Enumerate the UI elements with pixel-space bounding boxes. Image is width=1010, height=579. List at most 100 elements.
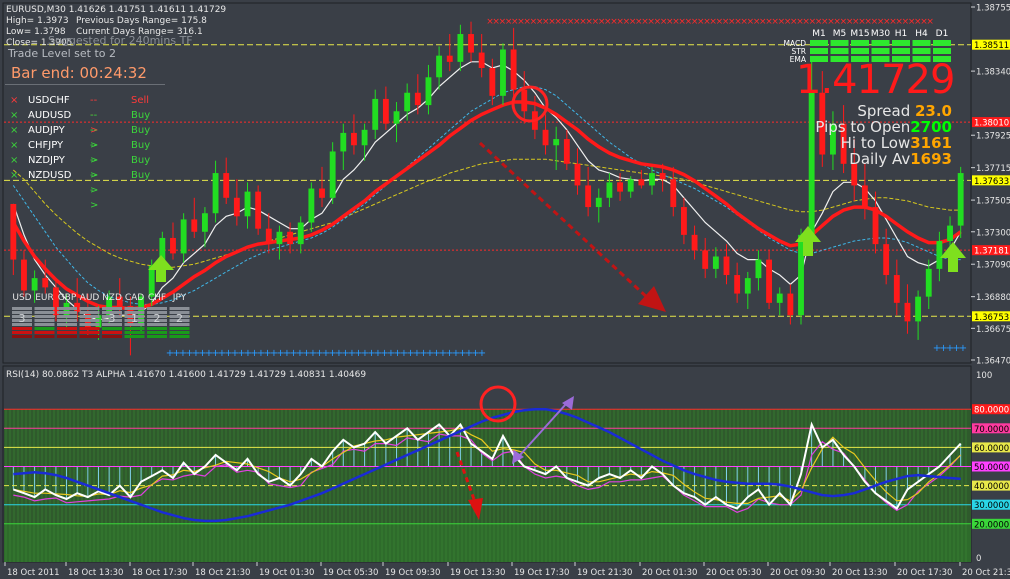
- candle-body: [574, 163, 581, 186]
- strength-bar: [102, 327, 122, 330]
- strength-cell: [79, 323, 100, 326]
- rsi-tick-label: 0: [976, 554, 981, 564]
- strength-cell: [12, 307, 32, 310]
- strength-bar: [147, 327, 167, 330]
- time-tick-label: 19 Oct 01:30: [259, 568, 314, 578]
- candle-body: [255, 191, 262, 229]
- chart-window: { "header": { "line1": "EURUSD,M30 1.416…: [0, 0, 1010, 579]
- strength-cell: [169, 307, 190, 310]
- candle-body: [414, 92, 421, 106]
- candle-body: [21, 259, 27, 291]
- candle-body: [446, 55, 453, 62]
- candle-body: [265, 228, 272, 245]
- sell-marker: ×: [926, 17, 934, 27]
- rsi-tick-label: 20.0000: [974, 520, 1009, 530]
- stat-row: Pips to Open2700: [815, 119, 952, 135]
- time-tick-label: 19 Oct 13:30: [450, 568, 505, 578]
- arrow-label: --->: [90, 170, 99, 211]
- candle-body: [31, 278, 38, 291]
- candle-body: [382, 98, 389, 124]
- rsi-tick-label: 50.0000: [974, 463, 1009, 473]
- price-tick-label: 1.37925: [976, 132, 1010, 142]
- candle-body: [617, 182, 623, 192]
- candle-body: [510, 49, 517, 90]
- strength-cell: [102, 307, 122, 310]
- candle-body: [276, 231, 283, 245]
- candle-body: [457, 34, 464, 62]
- strength-bar: [12, 335, 32, 338]
- candle-body: [468, 34, 474, 53]
- candle-body: [776, 293, 783, 303]
- strength-bar: [124, 327, 145, 330]
- candle-body: [542, 129, 549, 146]
- candle-body: [638, 179, 645, 186]
- trend-cell: [892, 40, 910, 46]
- strength-bar: [124, 331, 145, 334]
- candle-body: [297, 222, 304, 245]
- high-info: High= 1.3973: [6, 16, 69, 26]
- candle-body: [563, 139, 570, 164]
- trend-cell: [912, 40, 931, 46]
- candle-body: [244, 191, 251, 217]
- time-tick-label: 20 Oct 13:30: [832, 568, 887, 578]
- strength-cell: [57, 311, 77, 314]
- timeframe-label: M1: [812, 29, 826, 39]
- strength-cell: [147, 307, 167, 310]
- time-tick-label: 19 Oct 21:30: [577, 568, 632, 578]
- candle-body: [957, 173, 964, 226]
- timeframe-label: M30: [871, 29, 890, 39]
- candle-body: [478, 52, 485, 69]
- strength-cell: [34, 307, 55, 310]
- candle-body: [947, 225, 953, 242]
- timeframe-label: H1: [895, 29, 908, 39]
- strength-bar: [79, 327, 100, 330]
- candle-body: [915, 296, 922, 322]
- candle-body: [659, 173, 666, 180]
- strength-cell: [57, 323, 77, 326]
- trend-cell: [871, 40, 890, 46]
- candle-body: [925, 268, 932, 297]
- time-tick-label: 19 Oct 05:30: [323, 568, 378, 578]
- candle-body: [883, 244, 890, 276]
- strength-value: 2: [176, 312, 183, 325]
- candle-body: [42, 278, 49, 288]
- stat-label: Daily Av: [849, 150, 911, 168]
- signal-label: Buy: [131, 110, 151, 121]
- buy-marker: +: [959, 343, 967, 354]
- candle-body: [233, 197, 240, 217]
- price-tick-label: 1.37300: [976, 228, 1010, 238]
- time-tick-label: 20 Oct 21:3: [962, 568, 1010, 578]
- rsi-indicator-label: RSI(14) 80.0862 T3 ALPHA 1.41670 1.41600…: [6, 370, 367, 380]
- strength-cell: [34, 323, 55, 326]
- trend-cell: [933, 48, 951, 54]
- strength-bar: [34, 327, 55, 330]
- pair-name: NZDUSD: [28, 170, 72, 181]
- stat-row: Spread 23.0: [857, 103, 952, 119]
- strength-bar: [34, 335, 55, 338]
- currency-label: USD: [12, 293, 31, 303]
- trade-level: Trade Level set to 2: [8, 47, 116, 60]
- candle-body: [489, 68, 496, 96]
- rsi-tick-label: 70.0000: [974, 425, 1009, 435]
- price-tick-label: 1.38511: [974, 41, 1009, 51]
- trend-cell: [830, 40, 849, 46]
- stat-row: Daily Av1693: [849, 151, 952, 167]
- currency-label: JPY: [172, 293, 187, 303]
- candle-body: [649, 173, 655, 186]
- currency-label: EUR: [35, 293, 54, 303]
- price-tick-label: 1.38010: [974, 119, 1009, 129]
- time-tick-label: 20 Oct 05:30: [706, 568, 761, 578]
- candle-body: [734, 275, 741, 294]
- signal-label: Buy: [131, 125, 151, 136]
- candle-body: [404, 92, 411, 112]
- signal-label: Sell: [131, 95, 150, 106]
- rsi-tick-label: 40.0000: [974, 482, 1009, 492]
- candle-body: [766, 259, 773, 303]
- signal-label: Buy: [131, 170, 151, 181]
- price-tick-label: 1.36675: [976, 325, 1010, 335]
- rsi-tick-label: 80.0000: [974, 406, 1009, 416]
- candle-body: [808, 92, 815, 235]
- candle-body: [201, 213, 208, 232]
- candle-body: [723, 256, 730, 276]
- signal-x-icon: ×: [10, 170, 19, 181]
